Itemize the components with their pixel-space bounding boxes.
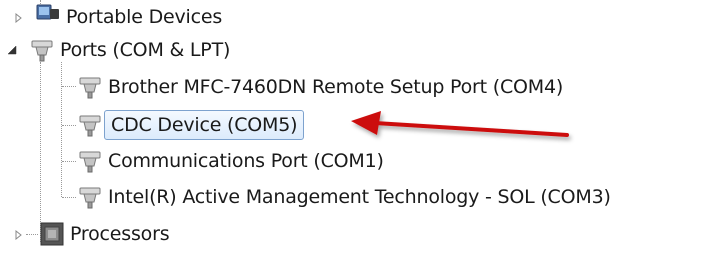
port-connector-icon — [28, 36, 56, 64]
device-manager-tree: Portable Devices Ports (COM & LPT) Broth… — [0, 0, 701, 255]
tree-item-label: Intel(R) Active Management Technology - … — [108, 186, 611, 208]
tree-item-port-selected[interactable]: CDC Device (COM5) — [76, 110, 305, 140]
tree-connector-line — [61, 62, 62, 197]
tree-item-label: Communications Port (COM1) — [108, 150, 384, 172]
collapsed-triangle-icon[interactable] — [12, 12, 24, 24]
expanded-triangle-icon[interactable] — [6, 44, 18, 56]
port-connector-icon — [76, 183, 104, 211]
tree-item-port[interactable]: Brother MFC-7460DN Remote Setup Port (CO… — [76, 72, 567, 102]
processor-chip-icon — [38, 220, 66, 248]
tree-item-port[interactable]: Communications Port (COM1) — [76, 146, 388, 176]
tree-connector-line — [62, 161, 76, 162]
tree-item-ports[interactable]: Ports (COM & LPT) — [6, 35, 234, 65]
portable-devices-icon — [34, 3, 62, 31]
tree-item-portable-devices[interactable]: Portable Devices — [12, 2, 226, 32]
tree-connector-line — [62, 125, 76, 126]
port-connector-icon — [76, 73, 104, 101]
port-connector-icon — [76, 111, 104, 139]
tree-item-label: Portable Devices — [66, 6, 223, 28]
tree-connector-line — [62, 86, 76, 87]
collapsed-triangle-icon[interactable] — [12, 229, 24, 241]
tree-item-processors[interactable]: Processors — [12, 219, 173, 249]
tree-item-port[interactable]: Intel(R) Active Management Technology - … — [76, 182, 615, 212]
tree-item-label: Processors — [70, 223, 170, 245]
tree-connector-line — [40, 62, 41, 242]
tree-connector-line — [62, 197, 76, 198]
tree-item-label: CDC Device (COM5) — [104, 110, 305, 140]
tree-item-label: Brother MFC-7460DN Remote Setup Port (CO… — [108, 76, 564, 98]
port-connector-icon — [76, 147, 104, 175]
red-arrow-icon — [351, 111, 569, 137]
tree-item-label: Ports (COM & LPT) — [60, 39, 231, 61]
